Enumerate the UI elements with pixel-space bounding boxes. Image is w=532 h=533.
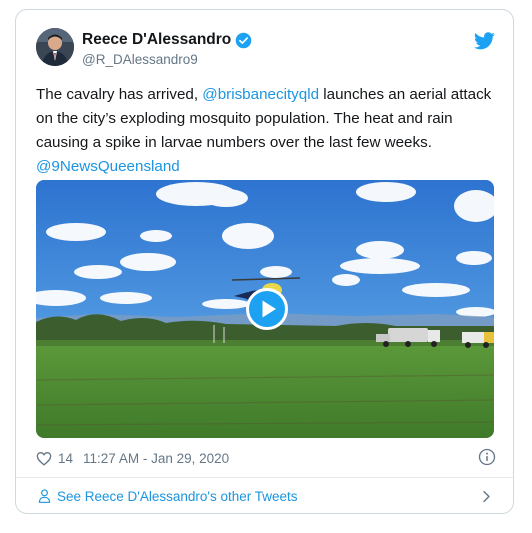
see-other-tweets-link[interactable]: See Reece D'Alessandro's other Tweets bbox=[16, 478, 513, 514]
person-icon bbox=[38, 489, 51, 503]
verified-badge-icon bbox=[235, 32, 252, 48]
author-handle[interactable]: @R_DAlessandro9 bbox=[82, 52, 198, 67]
mention-link[interactable]: @9NewsQueensland bbox=[36, 158, 180, 175]
author-name[interactable]: Reece D'Alessandro bbox=[82, 31, 231, 49]
avatar[interactable] bbox=[36, 28, 74, 66]
play-icon[interactable] bbox=[246, 288, 288, 330]
info-icon[interactable] bbox=[478, 448, 496, 466]
timestamp[interactable]: 11:27 AM - Jan 29, 2020 bbox=[83, 451, 229, 466]
chevron-right-icon[interactable] bbox=[482, 490, 491, 503]
tweet-card: Reece D'Alessandro @R_DAlessandro9 The c… bbox=[15, 9, 514, 514]
tweet-text: The cavalry has arrived, @brisbanecityql… bbox=[36, 83, 501, 179]
twitter-bird-icon[interactable] bbox=[474, 32, 495, 50]
mention-link[interactable]: @brisbanecityqld bbox=[202, 86, 319, 103]
tweet-meta: 14 11:27 AM - Jan 29, 2020 bbox=[36, 448, 496, 468]
see-other-tweets-label[interactable]: See Reece D'Alessandro's other Tweets bbox=[57, 489, 298, 504]
like-count[interactable]: 14 bbox=[58, 451, 73, 466]
heart-icon[interactable] bbox=[36, 451, 52, 466]
tweet-text-part: The cavalry has arrived, bbox=[36, 86, 203, 103]
video-thumbnail[interactable] bbox=[36, 180, 494, 438]
